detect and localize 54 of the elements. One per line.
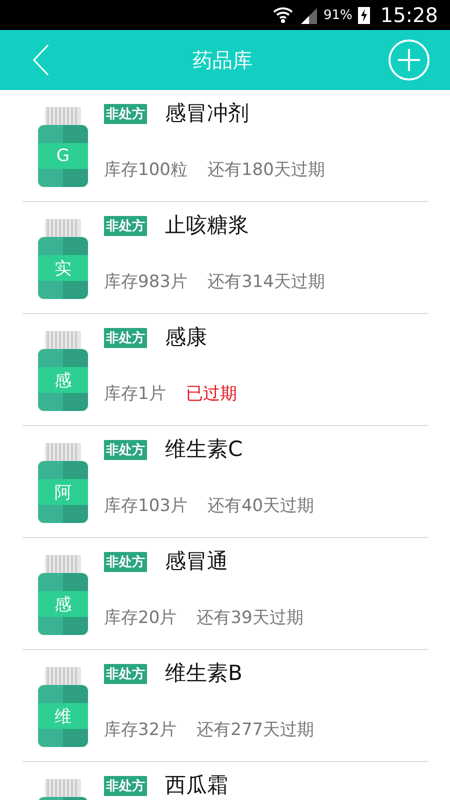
medicine-row[interactable]: 实 非处方 止咳糖浆 库存983片 还有314天过期	[22, 202, 428, 314]
back-icon[interactable]	[33, 44, 49, 76]
stock-count: 库存983片	[104, 271, 188, 293]
bottle-cap-icon	[45, 331, 81, 349]
otc-tag: 非处方	[104, 552, 147, 572]
bottle-letter: 阿	[54, 482, 72, 504]
bottle-cap-icon	[45, 779, 81, 797]
otc-tag: 非处方	[104, 216, 147, 236]
page-title: 药品库	[192, 46, 252, 74]
medicine-row[interactable]: 阿 非处方 维生素C 库存103片 还有40天过期	[22, 426, 428, 538]
bottle-letter: 维	[54, 706, 72, 728]
stock-count: 库存20片	[104, 607, 177, 629]
bottle-letter: 感	[54, 594, 72, 616]
expiry-text: 还有314天过期	[207, 271, 325, 293]
medicine-row[interactable]: 感 非处方 感康 库存1片 已过期	[22, 314, 428, 426]
otc-tag: 非处方	[104, 776, 147, 796]
medicine-name: 感冒冲剂	[165, 103, 249, 124]
signal-icon	[299, 6, 318, 24]
expiry-text: 已过期	[186, 383, 237, 405]
bottle-cap-icon	[45, 219, 81, 237]
medicine-name: 止咳糖浆	[165, 215, 249, 236]
otc-tag: 非处方	[104, 328, 147, 348]
otc-tag: 非处方	[104, 104, 147, 124]
battery-level: 91%	[323, 8, 352, 22]
otc-tag: 非处方	[104, 664, 147, 684]
bottle-letter: 实	[54, 258, 72, 280]
bottle-letter: 感	[54, 370, 72, 392]
medicine-name: 维生素C	[165, 439, 243, 460]
medicine-name: 感康	[165, 327, 207, 348]
bottle-cap-icon	[45, 555, 81, 573]
medicine-row[interactable]: 维 非处方 维生素B 库存32片 还有277天过期	[22, 650, 428, 762]
expiry-text: 还有40天过期	[207, 495, 314, 517]
expiry-text: 还有180天过期	[207, 159, 325, 181]
battery-charging-icon	[358, 6, 370, 24]
stock-count: 库存100粒	[104, 159, 188, 181]
medicine-name: 西瓜霜	[165, 775, 228, 796]
bottle-cap-icon	[45, 667, 81, 685]
stock-count: 库存103片	[104, 495, 188, 517]
expiry-text: 还有39天过期	[196, 607, 304, 629]
bottle-cap-icon	[45, 443, 81, 461]
clock: 15:28	[380, 3, 438, 27]
medicine-row[interactable]: G 非处方 感冒冲剂 库存100粒 还有180天过期	[22, 90, 428, 202]
bottle-cap-icon	[45, 107, 81, 125]
wifi-icon	[273, 6, 294, 24]
stock-count: 库存1片	[104, 383, 166, 405]
medicine-row[interactable]: 感 非处方 感冒通 库存20片 还有39天过期	[22, 538, 428, 650]
otc-tag: 非处方	[104, 440, 147, 460]
stock-count: 库存32片	[104, 719, 177, 741]
medicine-name: 维生素B	[165, 663, 242, 684]
add-icon[interactable]	[388, 39, 430, 81]
medicine-row[interactable]: 非处方 西瓜霜	[22, 762, 428, 800]
medicine-name: 感冒通	[165, 551, 228, 572]
bottle-letter: G	[56, 146, 70, 166]
expiry-text: 还有277天过期	[196, 719, 314, 741]
